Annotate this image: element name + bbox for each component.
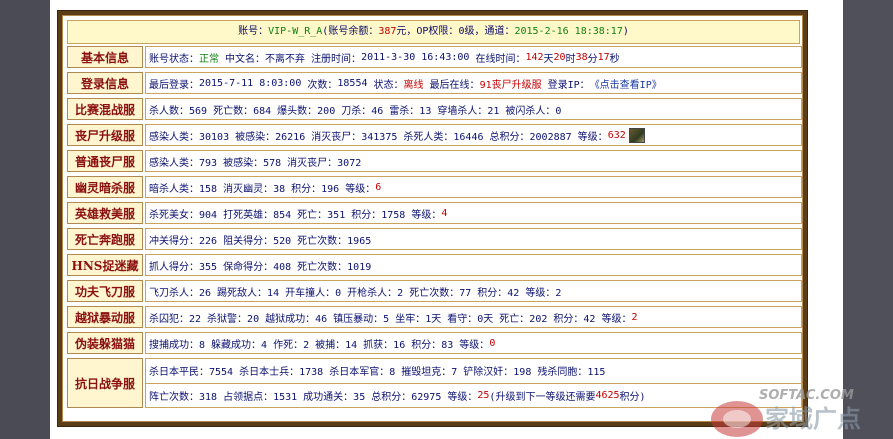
channel-label: ，通道：: [474, 26, 515, 37]
days-unit: 天: [543, 53, 554, 65]
war-stats: 阵亡次数：318 占领据点：1531 成功通关：35 总积分：62975 等级：: [149, 391, 478, 403]
account-name: VIP-W_R_A: [268, 26, 323, 37]
row-disguise: 伪装躲猫猫 搜捕成功：8 躲藏成功：4 作死：2 被捕：14 抓获：16 积分：…: [67, 332, 802, 354]
row-content-disguise: 搜捕成功：8 躲藏成功：4 作死：2 被捕：14 抓获：16 积分：83 等级：…: [145, 332, 802, 354]
right-margin: [843, 0, 893, 439]
row-login: 登录信息 最后登录： 2015-7-11 8:03:00 次数： 18554 状态：…: [67, 72, 802, 94]
row-content-login: 最后登录： 2015-7-11 8:03:00 次数： 18554 状态： 离线 最后…: [145, 72, 802, 94]
ghost-stats: 暗杀人类：158 消灭幽灵：38 积分：196 等级：: [149, 183, 376, 195]
cn-label: 中文名：: [225, 53, 266, 65]
hero-level: 4: [441, 207, 448, 219]
balance-unit: 元，OP权限：: [396, 26, 459, 37]
row-label-jailbreak: 越狱暴动服: [67, 306, 143, 328]
war-next-points: 4625: [595, 389, 620, 401]
disguise-stats: 搜捕成功：8 躲藏成功：4 作死：2 被捕：14 抓获：16 积分：83 等级：: [149, 339, 490, 351]
row-label-deathrun: 死亡奔跑服: [67, 228, 143, 250]
hours-unit: 时: [565, 53, 576, 65]
header-close-paren: ): [622, 26, 629, 37]
last-online-value: 91丧尸升级服: [479, 79, 542, 91]
last-online-label: 最后在线：: [429, 79, 480, 91]
account-header: 账号：VIP-W_R_A(账号余额：387元，OP权限：0级，通道：2015-2…: [67, 20, 800, 44]
ip-label: 登录IP：: [547, 79, 590, 91]
watermark-logo: SOFTAC.COM 家域广点: [711, 388, 861, 437]
row-kungfu: 功夫飞刀服 飞刀杀人：26 踢死敌人：14 开车撞人：0 开枪杀人：2 死亡次数…: [67, 280, 802, 302]
row-content-jailbreak: 杀囚犯：22 杀狱警：20 越狱成功：46 镇压暴动：5 坐牢：1天 看守：0天…: [145, 306, 802, 328]
balance-label: (账号余额：: [322, 26, 379, 37]
last-login-label: 最后登录：: [149, 79, 199, 91]
row-label-normalzombie: 普通丧尸服: [67, 150, 143, 172]
row-label-login: 登录信息: [67, 72, 143, 94]
online-minutes: 38: [575, 51, 588, 63]
row-content-hero: 杀死美女：904 打死英雄：854 死亡：351 积分：1758 等级： 4: [145, 202, 802, 224]
war-next-unit: 积分): [619, 391, 646, 403]
jailbreak-stats: 杀囚犯：22 杀狱警：20 越狱成功：46 镇压暴动：5 坐牢：1天 看守：0天…: [149, 313, 632, 325]
balance-value: 387: [378, 26, 397, 37]
channel-time: 2015-2-16 18:38:17: [514, 26, 623, 37]
count-value: 18554: [337, 77, 368, 89]
jailbreak-level: 2: [631, 311, 638, 323]
row-hns: HNS捉迷藏 抓人得分：355 保命得分：408 死亡次数：1019: [67, 254, 802, 276]
account-label: 账号：: [238, 26, 269, 37]
row-content-deathrun: 冲关得分：226 阻关得分：520 死亡次数：1965: [145, 228, 802, 250]
row-label-hns: HNS捉迷藏: [67, 254, 143, 276]
row-basic: 基本信息 账号状态： 正常 中文名： 不离不弃 注册时间： 2011-3-30 16:…: [67, 46, 802, 68]
row-label-mixed: 比赛混战服: [67, 98, 143, 120]
online-seconds: 17: [597, 51, 610, 63]
war-line-1: 杀日本平民：7554 杀日本士兵：1738 杀日本军官：8 摧毁坦克：7 铲除汉…: [146, 359, 801, 384]
last-login-value: 2015-7-11 8:03:00: [199, 77, 302, 89]
rank-badge-icon: [628, 127, 645, 143]
row-label-kungfu: 功夫飞刀服: [67, 280, 143, 302]
row-zombie: 丧尸升级服 感染人类：30103 被感染：26216 消灭丧尸：341375 杀…: [67, 124, 802, 146]
row-content-normalzombie: 感染人类：793 被感染：578 消灭丧尸：3072: [145, 150, 802, 172]
count-label: 次数：: [307, 79, 338, 91]
row-content-mixed: 杀人数：569 死亡数：684 爆头数：200 刀杀：46 雷杀：13 穿墙杀人…: [145, 98, 802, 120]
row-deathrun: 死亡奔跑服 冲关得分：226 阻关得分：520 死亡次数：1965: [67, 228, 802, 250]
ghost-level: 6: [375, 181, 382, 193]
watermark-text-main: 家域广点: [765, 405, 861, 433]
watermark-swirl-inner: [723, 410, 751, 428]
row-war: 抗日战争服 杀日本平民：7554 杀日本士兵：1738 杀日本军官：8 摧毁坦克…: [67, 358, 802, 408]
row-hero: 英雄救美服 杀死美女：904 打死英雄：854 死亡：351 积分：1758 等…: [67, 202, 802, 224]
profile-inner: 账号：VIP-W_R_A(账号余额：387元，OP权限：0级，通道：2015-2…: [62, 15, 803, 422]
war-level: 25: [477, 389, 490, 401]
row-content-kungfu: 飞刀杀人：26 踢死敌人：14 开车撞人：0 开枪杀人：2 死亡次数：77 积分…: [145, 280, 802, 302]
row-normalzombie: 普通丧尸服 感染人类：793 被感染：578 消灭丧尸：3072: [67, 150, 802, 172]
row-content-hns: 抓人得分：355 保命得分：408 死亡次数：1019: [145, 254, 802, 276]
hero-stats: 杀死美女：904 打死英雄：854 死亡：351 积分：1758 等级：: [149, 209, 442, 221]
row-label-basic: 基本信息: [67, 46, 143, 68]
state-label: 状态：: [373, 79, 404, 91]
row-content-basic: 账号状态： 正常 中文名： 不离不弃 注册时间： 2011-3-30 16:43:00…: [145, 46, 802, 68]
reg-label: 注册时间：: [311, 53, 362, 65]
disguise-level: 0: [489, 337, 496, 349]
zombie-level: 632: [607, 129, 626, 141]
state-value: 离线: [403, 79, 424, 91]
op-level: 0级: [458, 26, 475, 37]
status-label: 账号状态：: [149, 53, 199, 65]
online-days: 142: [525, 51, 544, 63]
reg-value: 2011-3-30 16:43:00: [361, 51, 470, 63]
row-label-hero: 英雄救美服: [67, 202, 143, 224]
row-content-ghost: 暗杀人类：158 消灭幽灵：38 积分：196 等级： 6: [145, 176, 802, 198]
online-label: 在线时间：: [475, 53, 526, 65]
row-content-zombie: 感染人类：30103 被感染：26216 消灭丧尸：341375 杀死人类：16…: [145, 124, 802, 146]
row-label-zombie: 丧尸升级服: [67, 124, 143, 146]
war-next-label: (升级到下一等级还需要: [489, 391, 596, 403]
row-label-war: 抗日战争服: [67, 358, 143, 408]
row-jailbreak: 越狱暴动服 杀囚犯：22 杀狱警：20 越狱成功：46 镇压暴动：5 坐牢：1天…: [67, 306, 802, 328]
minutes-unit: 分: [587, 53, 598, 65]
status-value: 正常: [199, 53, 219, 65]
seconds-unit: 秒: [609, 53, 620, 65]
profile-frame: 账号：VIP-W_R_A(账号余额：387元，OP权限：0级，通道：2015-2…: [57, 10, 808, 427]
watermark-text-top: SOFTAC.COM: [759, 388, 854, 403]
cn-value: 不离不弃: [265, 53, 306, 65]
left-margin: [0, 0, 50, 439]
zombie-stats: 感染人类：30103 被感染：26216 消灭丧尸：341375 杀死人类：16…: [149, 131, 608, 143]
row-mixed: 比赛混战服 杀人数：569 死亡数：684 爆头数：200 刀杀：46 雷杀：1…: [67, 98, 802, 120]
row-ghost: 幽灵暗杀服 暗杀人类：158 消灭幽灵：38 积分：196 等级： 6: [67, 176, 802, 198]
view-ip-link[interactable]: 《点击查看IP》: [590, 76, 662, 91]
online-hours: 20: [553, 51, 566, 63]
row-label-disguise: 伪装躲猫猫: [67, 332, 143, 354]
row-label-ghost: 幽灵暗杀服: [67, 176, 143, 198]
